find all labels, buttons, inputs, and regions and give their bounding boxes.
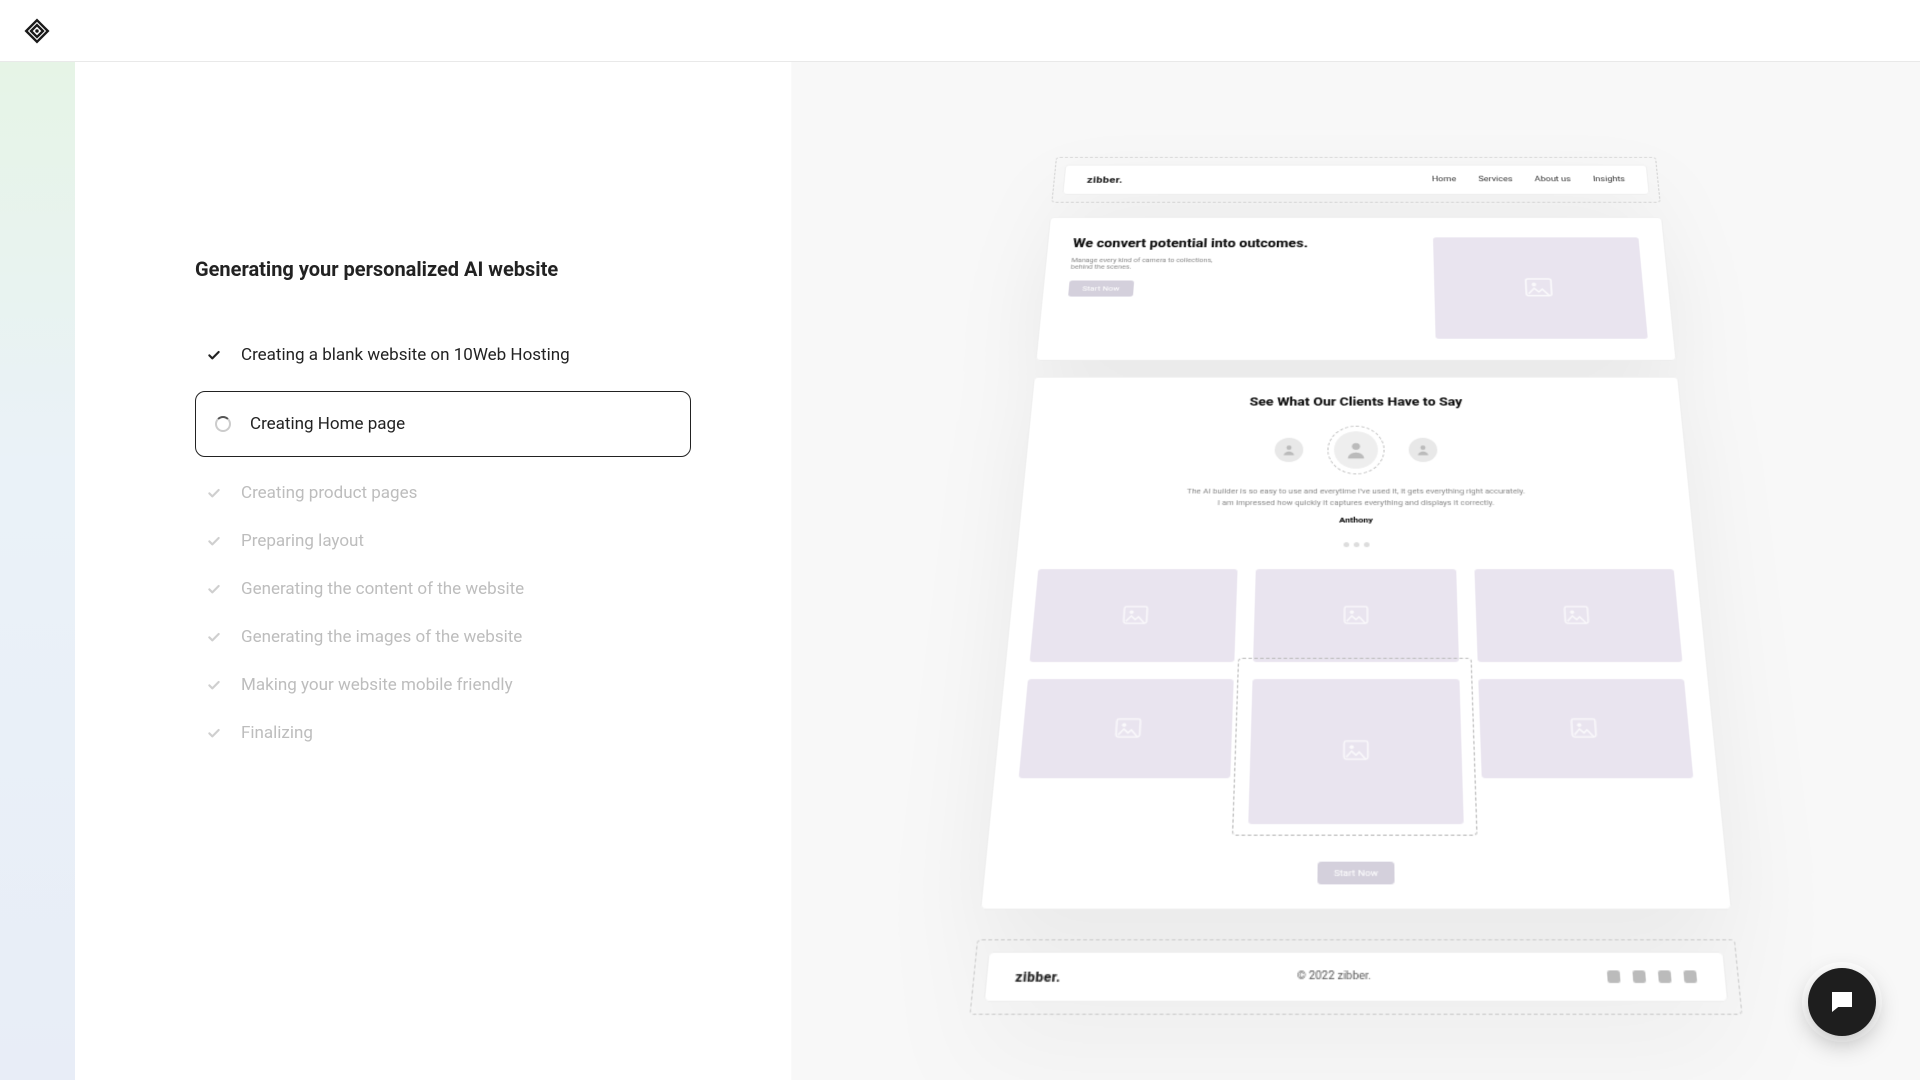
instagram-icon: [1632, 971, 1646, 984]
step-label: Generating the content of the website: [241, 579, 524, 599]
preview-quote: The AI builder is so easy to use and eve…: [1044, 486, 1668, 508]
check-icon: [205, 484, 223, 502]
step-label: Preparing layout: [241, 531, 364, 551]
step-label: Creating product pages: [241, 483, 417, 503]
image-placeholder-icon: [1478, 679, 1693, 778]
preview-hero-button: Start Now: [1068, 280, 1134, 296]
logo-icon: [24, 18, 50, 44]
image-placeholder-icon: [1019, 679, 1234, 778]
step-item: Creating a blank website on 10Web Hostin…: [195, 331, 691, 379]
preview-nav-item: Home: [1432, 176, 1457, 184]
preview-mock: zibber. Home Services About us Insights …: [969, 157, 1742, 1015]
step-item: Creating Home page: [195, 391, 691, 457]
preview-hero: We convert potential into outcomes. Mana…: [1035, 217, 1676, 361]
preview-nav-item: Insights: [1593, 176, 1626, 184]
avatar-highlight: [1327, 426, 1385, 475]
avatar-icon: [1274, 438, 1303, 462]
check-icon: [205, 676, 223, 694]
preview-pane: zibber. Home Services About us Insights …: [792, 62, 1920, 1080]
step-item: Making your website mobile friendly: [195, 661, 691, 709]
image-placeholder-icon: [1474, 569, 1682, 662]
check-icon: [205, 724, 223, 742]
step-label: Creating Home page: [250, 414, 405, 434]
preview-hero-sub: Manage every kind of camera to collectio…: [1071, 257, 1227, 270]
step-item: Preparing layout: [195, 517, 691, 565]
step-label: Creating a blank website on 10Web Hostin…: [241, 345, 570, 365]
image-placeholder-icon: [1433, 237, 1648, 338]
topbar: [0, 0, 1920, 62]
preview-quote-line: The AI builder is so easy to use and eve…: [1187, 487, 1526, 496]
preview-header-region: zibber. Home Services About us Insights: [1051, 157, 1660, 203]
preview-testimonials: See What Our Clients Have to Say The AI …: [980, 377, 1732, 910]
preview-image-grid: [1014, 569, 1697, 824]
preview-footer-region: zibber. © 2022 zibber.: [969, 940, 1742, 1016]
preview-quote-line: I am impressed how quickly it captures e…: [1217, 498, 1494, 507]
avatar-icon: [1409, 438, 1438, 462]
step-item: Finalizing: [195, 709, 691, 757]
twitter-icon: [1607, 971, 1621, 984]
heading: Generating your personalized AI website: [195, 257, 691, 281]
check-icon: [205, 346, 223, 364]
image-placeholder-icon: [1249, 679, 1464, 824]
step-label: Generating the images of the website: [241, 627, 522, 647]
steps-list: Creating a blank website on 10Web Hostin…: [195, 331, 691, 757]
image-placeholder-icon: [1253, 569, 1458, 662]
preview-author: Anthony: [1042, 516, 1669, 525]
check-icon: [205, 580, 223, 598]
youtube-icon: [1683, 971, 1697, 984]
step-item: Generating the content of the website: [195, 565, 691, 613]
preview-nav-item: About us: [1534, 176, 1571, 184]
step-label: Finalizing: [241, 723, 313, 743]
preview-hero-title: We convert potential into outcomes.: [1072, 237, 1404, 251]
chat-icon: [1827, 987, 1857, 1017]
check-icon: [205, 532, 223, 550]
step-item: Generating the images of the website: [195, 613, 691, 661]
progress-pane: Generating your personalized AI website …: [75, 62, 792, 1080]
app-logo[interactable]: [24, 18, 50, 44]
spinner-icon: [214, 415, 232, 433]
dribbble-icon: [1658, 971, 1672, 984]
preview-brand: zibber.: [1087, 175, 1124, 185]
left-accent-bar: [0, 62, 75, 1080]
preview-cta-button: Start Now: [1318, 862, 1395, 885]
carousel-dots: [1040, 533, 1672, 552]
preview-social-icons: [1607, 971, 1697, 984]
check-icon: [205, 628, 223, 646]
step-label: Making your website mobile friendly: [241, 675, 513, 695]
preview-nav: Home Services About us Insights: [1432, 176, 1626, 184]
step-item: Creating product pages: [195, 469, 691, 517]
preview-copyright: © 2022 zibber.: [1297, 971, 1371, 984]
preview-footer-brand: zibber.: [1015, 969, 1062, 985]
preview-nav-item: Services: [1478, 176, 1513, 184]
chat-button[interactable]: [1808, 968, 1876, 1036]
preview-testimonials-title: See What Our Clients Have to Say: [1053, 396, 1658, 410]
image-placeholder-icon: [1030, 569, 1238, 662]
